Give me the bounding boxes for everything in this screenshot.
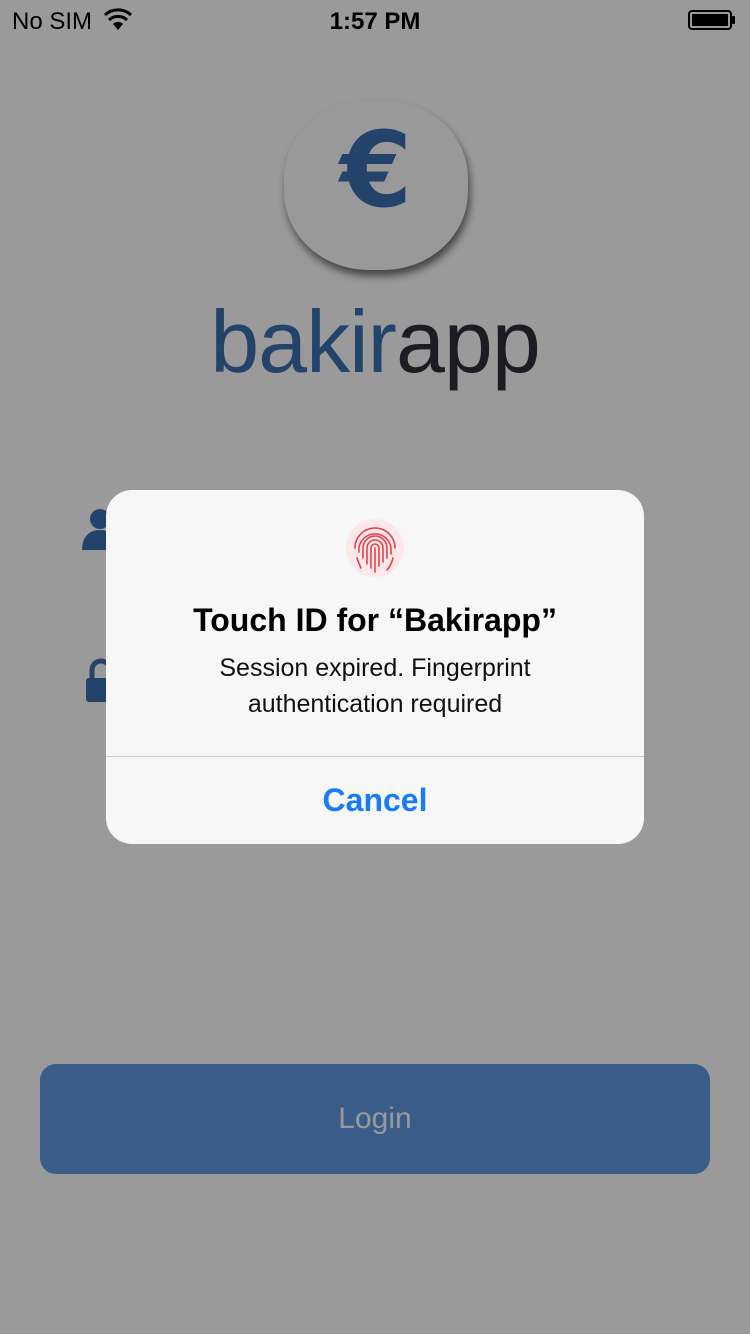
alert-message: Session expired. Fingerprint authenticat… bbox=[219, 654, 531, 718]
cancel-button[interactable]: Cancel bbox=[106, 757, 644, 844]
touch-id-alert: Touch ID for “Bakirapp” Session expired.… bbox=[106, 490, 644, 844]
fingerprint-icon bbox=[346, 519, 404, 577]
alert-title: Touch ID for “Bakirapp” bbox=[193, 602, 557, 638]
